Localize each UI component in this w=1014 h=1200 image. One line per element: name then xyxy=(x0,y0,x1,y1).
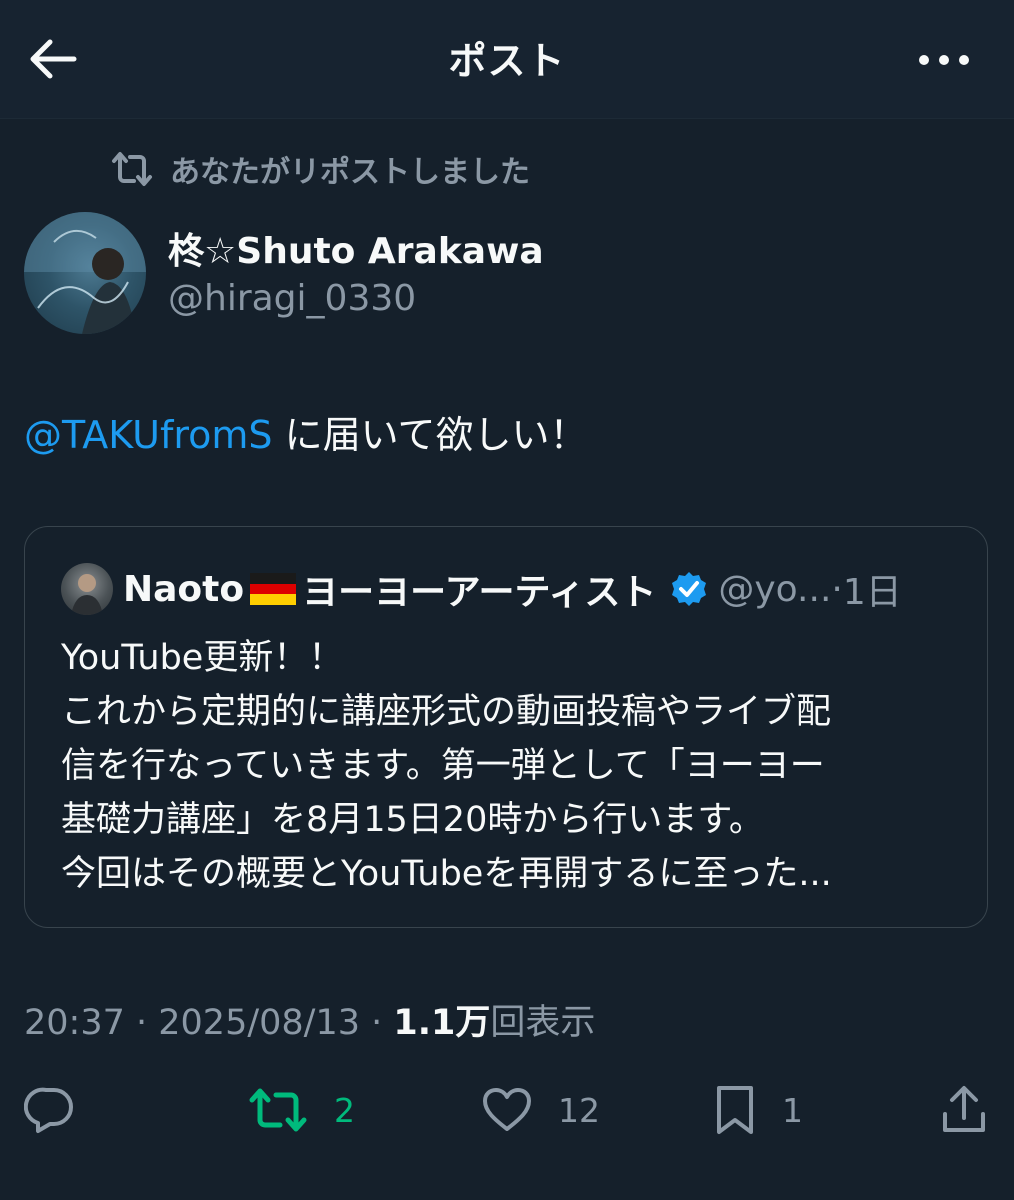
meta-separator: · xyxy=(360,1003,394,1043)
quoted-post-card[interactable]: Naoto ヨーヨーアーティスト @yo... · 1日 YouTube更新！！… xyxy=(24,526,988,928)
quoted-author-name: Naoto xyxy=(123,568,245,610)
repost-icon xyxy=(112,152,152,186)
post-text: @TAKUfromS に届いて欲しい！ xyxy=(24,410,587,460)
share-icon xyxy=(943,1086,985,1132)
quoted-author-handle: @yo... xyxy=(718,568,832,610)
quoted-line: YouTube更新！！ xyxy=(61,638,344,678)
bookmark-icon xyxy=(717,1086,753,1134)
verified-badge-icon xyxy=(672,572,707,606)
share-button[interactable] xyxy=(940,1070,988,1150)
more-options-button[interactable] xyxy=(914,40,974,80)
avatar-image xyxy=(24,212,146,334)
quoted-author-avatar xyxy=(61,563,113,615)
germany-flag-icon xyxy=(250,573,297,605)
quoted-line: これから定期的に講座形式の動画投稿やライブ配 xyxy=(61,692,832,732)
post-date: 2025/08/13 xyxy=(158,1003,360,1043)
avatar[interactable] xyxy=(24,212,146,334)
repost-count: 2 xyxy=(334,1090,355,1130)
quoted-line: 基礎力講座」を8月15日20時から行います。 xyxy=(61,800,764,840)
views-label: 回表示 xyxy=(490,1003,596,1043)
reply-button[interactable] xyxy=(24,1070,76,1150)
more-horizontal-icon xyxy=(919,55,969,65)
action-bar: 2 12 1 xyxy=(0,1070,1014,1150)
quoted-post-time: 1日 xyxy=(842,572,902,613)
heart-icon xyxy=(483,1088,531,1131)
views-count: 1.1万 xyxy=(393,1003,491,1043)
quoted-line: 今回はその概要とYouTubeを再開するに至った... xyxy=(61,854,832,894)
top-bar: ポスト xyxy=(0,0,1014,119)
separator-dot: · xyxy=(831,568,843,610)
author-display-name[interactable]: 柊☆Shuto Arakawa xyxy=(168,222,544,274)
repost-context-text: あなたがリポストしました xyxy=(170,155,530,190)
repost-icon xyxy=(249,1088,307,1132)
quoted-avatar-image xyxy=(71,574,103,615)
quoted-post-header: Naoto ヨーヨーアーティスト @yo... · 1日 xyxy=(123,561,902,617)
repost-button[interactable]: 2 xyxy=(248,1070,355,1150)
mention-link[interactable]: @TAKUfromS xyxy=(24,413,273,457)
quoted-author-name-suffix: ヨーヨーアーティスト xyxy=(302,572,657,613)
reply-icon xyxy=(24,1087,73,1133)
quoted-line: 信を行なっていきます。第一弾として「ヨーヨー xyxy=(61,746,825,786)
post-meta: 20:37 · 2025/08/13 · 1.1万回表示 xyxy=(24,994,595,1045)
bookmark-button[interactable]: 1 xyxy=(714,1070,803,1150)
author-handle[interactable]: @hiragi_0330 xyxy=(168,278,416,319)
post-time: 20:37 xyxy=(24,1003,125,1043)
repost-context: あなたがリポストしました xyxy=(110,146,530,192)
page-title: ポスト xyxy=(448,39,566,83)
bookmark-count: 1 xyxy=(782,1090,803,1130)
like-count: 12 xyxy=(558,1090,600,1130)
like-button[interactable]: 12 xyxy=(482,1070,600,1150)
meta-separator: · xyxy=(124,1003,159,1043)
quoted-post-body: YouTube更新！！ これから定期的に講座形式の動画投稿やライブ配 信を行なっ… xyxy=(61,631,961,901)
post-body: に届いて欲しい！ xyxy=(272,413,588,457)
